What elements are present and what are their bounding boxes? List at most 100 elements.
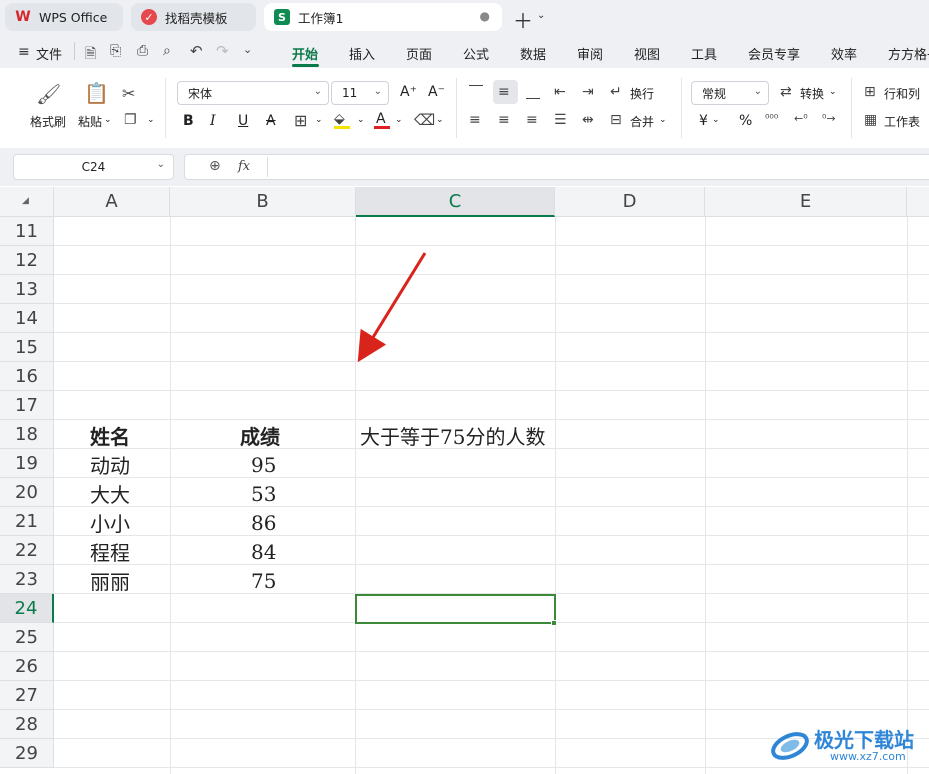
currency-button[interactable]: ¥ xyxy=(699,113,708,129)
formula-input[interactable]: ⊕ fx xyxy=(184,154,929,180)
print-preview-icon[interactable]: ⌕ xyxy=(163,43,171,59)
row-header-28[interactable]: 28 xyxy=(0,710,54,739)
row-header-15[interactable]: 15 xyxy=(0,333,54,362)
menu-ffcell[interactable]: 方方格子 xyxy=(888,44,929,63)
currency-chevron-icon[interactable]: ⌄ xyxy=(712,115,720,125)
eraser-icon[interactable]: ⌫ xyxy=(414,111,435,129)
row-header-12[interactable]: 12 xyxy=(0,246,54,275)
row-header-24[interactable]: 24 xyxy=(0,594,54,623)
column-header-f-partial[interactable] xyxy=(907,187,929,217)
menu-home[interactable]: 开始 xyxy=(292,44,318,63)
export-icon[interactable]: ⎘ xyxy=(110,43,121,59)
cell-b20[interactable]: 53 xyxy=(251,479,276,508)
quick-access-chevron-icon[interactable]: ⌄ xyxy=(243,43,252,56)
convert-icon[interactable]: ⇄ xyxy=(780,84,792,100)
row-header-13[interactable]: 13 xyxy=(0,275,54,304)
menu-page[interactable]: 页面 xyxy=(406,44,432,63)
row-header-20[interactable]: 20 xyxy=(0,478,54,507)
copy-icon[interactable]: ❐ xyxy=(124,112,137,128)
fill-handle[interactable] xyxy=(551,620,557,626)
row-header-16[interactable]: 16 xyxy=(0,362,54,391)
row-header-22[interactable]: 22 xyxy=(0,536,54,565)
cell-a23[interactable]: 丽丽 xyxy=(90,566,130,595)
align-right-icon[interactable]: ≡ xyxy=(526,112,538,128)
thousands-separator-icon[interactable]: ⁰⁰⁰ xyxy=(765,112,778,125)
cell-a18-header-name[interactable]: 姓名 xyxy=(90,421,130,450)
paste-label[interactable]: 粘贴 xyxy=(78,113,102,130)
column-header-b[interactable]: B xyxy=(170,187,356,217)
align-center-icon[interactable]: ≡ xyxy=(498,112,510,128)
eraser-chevron-icon[interactable]: ⌄ xyxy=(436,115,444,125)
menu-member[interactable]: 会员专享 xyxy=(748,44,800,63)
row-header-27[interactable]: 27 xyxy=(0,681,54,710)
increase-font-icon[interactable]: A⁺ xyxy=(400,84,417,100)
cell-c18-question[interactable]: 大于等于75分的人数 xyxy=(360,421,545,450)
merge-cells-icon[interactable]: ⊟ xyxy=(610,112,622,128)
zoom-search-icon[interactable]: ⊕ xyxy=(209,158,221,174)
distributed-icon[interactable]: ⇹ xyxy=(582,112,594,128)
border-chevron-icon[interactable]: ⌄ xyxy=(315,115,323,125)
row-header-14[interactable]: 14 xyxy=(0,304,54,333)
select-all-corner[interactable]: ◢ xyxy=(0,187,54,217)
cell-b19[interactable]: 95 xyxy=(251,450,276,479)
row-header-17[interactable]: 17 xyxy=(0,391,54,420)
tab-wps-office[interactable]: W WPS Office xyxy=(5,3,123,31)
underline-button[interactable]: U xyxy=(238,113,248,129)
align-bottom-icon[interactable]: ⎽ xyxy=(526,84,540,100)
menu-formula[interactable]: 公式 xyxy=(463,44,489,63)
menu-tools[interactable]: 工具 xyxy=(691,44,717,63)
redo-icon[interactable]: ↷ xyxy=(216,42,229,60)
tab-workbook[interactable]: S 工作簿1 ● xyxy=(264,3,502,31)
undo-icon[interactable]: ↶ xyxy=(190,42,203,60)
font-color-chevron-icon[interactable]: ⌄ xyxy=(395,115,403,125)
menu-data[interactable]: 数据 xyxy=(520,44,546,63)
justify-icon[interactable]: ☰ xyxy=(554,112,567,128)
convert-label[interactable]: 转换 xyxy=(800,85,824,102)
menu-view[interactable]: 视图 xyxy=(634,44,660,63)
percent-button[interactable]: % xyxy=(739,113,752,129)
name-box[interactable]: C24 ⌄ xyxy=(13,154,174,180)
merge-cells-label[interactable]: 合并 xyxy=(630,113,654,130)
font-color-button[interactable]: A xyxy=(376,111,386,127)
wrap-text-icon[interactable]: ↵ xyxy=(610,84,622,100)
row-header-19[interactable]: 19 xyxy=(0,449,54,478)
row-header-23[interactable]: 23 xyxy=(0,565,54,594)
worksheet-icon[interactable]: ▦ xyxy=(864,112,877,128)
menu-file[interactable]: 文件 xyxy=(36,44,62,63)
fill-color-chevron-icon[interactable]: ⌄ xyxy=(357,115,365,125)
column-header-e[interactable]: E xyxy=(705,187,907,217)
spreadsheet-grid[interactable]: ◢ A B C D E 姓名 成绩 大于等于75分的人数 动动 95 大大 53… xyxy=(0,187,929,774)
decrease-decimal-icon[interactable]: ⁰→ xyxy=(822,112,836,125)
print-icon[interactable]: ⎙ xyxy=(137,43,148,59)
paste-chevron-icon[interactable]: ⌄ xyxy=(104,115,112,125)
cell-a22[interactable]: 程程 xyxy=(90,537,130,566)
menu-efficiency[interactable]: 效率 xyxy=(831,44,857,63)
chevron-down-icon[interactable]: ⌄ xyxy=(157,159,165,170)
merge-chevron-icon[interactable]: ⌄ xyxy=(659,115,667,125)
indent-decrease-icon[interactable]: ⇤ xyxy=(554,84,566,100)
bold-button[interactable]: B xyxy=(183,113,194,129)
align-middle-icon[interactable]: ≡ xyxy=(498,84,510,100)
convert-chevron-icon[interactable]: ⌄ xyxy=(829,87,837,97)
font-size-select[interactable]: 11 ⌄ xyxy=(331,81,389,105)
selected-cell-c24[interactable] xyxy=(355,594,556,624)
cell-b21[interactable]: 86 xyxy=(251,508,276,537)
tab-list-chevron-icon[interactable]: ⌄ xyxy=(537,10,545,21)
align-left-icon[interactable]: ≡ xyxy=(469,112,481,128)
border-icon[interactable]: ⊞ xyxy=(294,111,307,130)
hamburger-menu-icon[interactable]: ≡ xyxy=(18,44,30,60)
new-tab-plus-icon[interactable]: ＋ xyxy=(513,5,533,34)
cell-a20[interactable]: 大大 xyxy=(90,479,130,508)
copy-chevron-icon[interactable]: ⌄ xyxy=(147,115,155,125)
tab-docer[interactable]: ✓ 找稻壳模板 xyxy=(131,3,256,31)
cell-b18-header-score[interactable]: 成绩 xyxy=(240,421,280,450)
decrease-font-icon[interactable]: A⁻ xyxy=(428,84,445,100)
cell-a21[interactable]: 小小 xyxy=(90,508,130,537)
fill-color-icon[interactable]: ⬙ xyxy=(334,111,345,127)
row-header-29[interactable]: 29 xyxy=(0,739,54,768)
column-header-d[interactable]: D xyxy=(555,187,705,217)
increase-decimal-icon[interactable]: ←⁰ xyxy=(794,112,808,125)
wrap-text-label[interactable]: 换行 xyxy=(630,85,654,102)
cut-icon[interactable]: ✂ xyxy=(122,84,135,103)
format-painter-label[interactable]: 格式刷 xyxy=(30,113,66,130)
